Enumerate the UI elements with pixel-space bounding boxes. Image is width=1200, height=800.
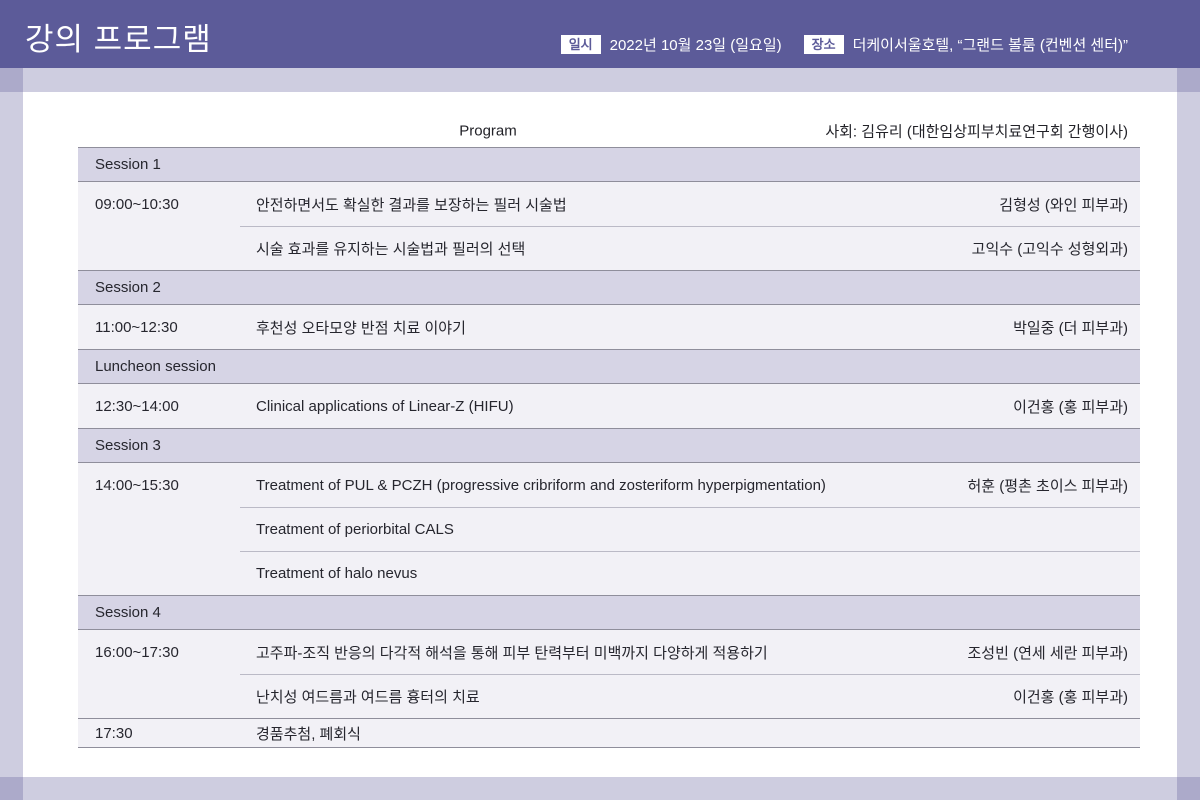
venue-badge: 장소 [804,35,844,54]
time-cell: 12:30~14:00 [78,384,240,428]
lecture-title: 난치성 여드름과 여드름 흉터의 치료 [256,686,1013,707]
session-header-row: Session 3 [78,428,1140,462]
header-meta: 일시 2022년 10월 23일 (일요일) 장소 더케이서울호텔, “그랜드 … [561,33,1128,56]
lecture-title: 후천성 오타모양 반점 치료 이야기 [256,317,1013,338]
time-cell: 11:00~12:30 [78,305,240,349]
moderator-label: 사회: 김유리 (대한임상피부치료연구회 간행이사) [825,121,1128,142]
table-row: Treatment of periorbital CALS [240,507,1140,551]
speaker-label: 허훈 (평촌 초이스 피부과) [968,475,1129,496]
lecture-title: Treatment of halo nevus [256,565,1128,582]
lecture-list: 안전하면서도 확실한 결과를 보장하는 필러 시술법김형성 (와인 피부과)시술… [240,182,1140,270]
lecture-list: 경품추첨, 폐회식 [240,719,1140,747]
speaker-label: 김형성 (와인 피부과) [999,194,1128,215]
lecture-title: Treatment of periorbital CALS [256,521,1128,538]
date-value: 2022년 10월 23일 (일요일) [610,34,782,55]
session-header-row: Luncheon session [78,349,1140,383]
time-cell: 16:00~17:30 [78,630,240,674]
speaker-label: 이건홍 (홍 피부과) [1013,686,1128,707]
frame-bottom [0,777,1200,800]
table-row: 시술 효과를 유지하는 시술법과 필러의 선택고익수 (고익수 성형외과) [240,226,1140,270]
lecture-list: 고주파-조직 반응의 다각적 해석을 통해 피부 탄력부터 미백까지 다양하게 … [240,630,1140,718]
schedule-block: 12:30~14:00Clinical applications of Line… [78,383,1140,428]
speaker-label: 고익수 (고익수 성형외과) [972,238,1128,259]
frame-top [0,68,1200,92]
session-header-row: Session 4 [78,595,1140,629]
speaker-label: 박일중 (더 피부과) [1013,317,1128,338]
lecture-title: Treatment of PUL & PCZH (progressive cri… [256,477,968,494]
speaker-label: 이건홍 (홍 피부과) [1013,396,1128,417]
frame-right [1177,68,1200,800]
table-row: Treatment of halo nevus [240,551,1140,595]
schedule-block: 16:00~17:30 고주파-조직 반응의 다각적 해석을 통해 피부 탄력부터… [78,629,1140,718]
time-cell: 17:30 [78,719,240,747]
program-column-header: Program [78,123,898,140]
table-row: 후천성 오타모양 반점 치료 이야기박일중 (더 피부과) [240,305,1140,349]
lecture-title: 고주파-조직 반응의 다각적 해석을 통해 피부 탄력부터 미백까지 다양하게 … [256,642,968,663]
table-header-row: Program 사회: 김유리 (대한임상피부치료연구회 간행이사) [78,115,1140,147]
frame-left [0,68,23,800]
page-header: 강의 프로그램 일시 2022년 10월 23일 (일요일) 장소 더케이서울호… [0,0,1200,68]
lecture-list: Clinical applications of Linear-Z (HIFU)… [240,384,1140,428]
lecture-list: 후천성 오타모양 반점 치료 이야기박일중 (더 피부과) [240,305,1140,349]
table-row: 고주파-조직 반응의 다각적 해석을 통해 피부 탄력부터 미백까지 다양하게 … [240,630,1140,674]
schedule-block: 14:00~15:30 Treatment of PUL & PCZH (prog… [78,462,1140,595]
schedule-block: 11:00~12:30후천성 오타모양 반점 치료 이야기박일중 (더 피부과) [78,304,1140,349]
speaker-label: 조성빈 (연세 세란 피부과) [968,642,1129,663]
date-badge: 일시 [561,35,601,54]
schedule-block: 17:30 경품추첨, 폐회식 [78,718,1140,748]
lecture-title: Clinical applications of Linear-Z (HIFU) [256,398,1013,415]
session-header-row: Session 1 [78,147,1140,181]
lecture-title: 시술 효과를 유지하는 시술법과 필러의 선택 [256,238,972,259]
time-cell: 09:00~10:30 [78,182,240,226]
lecture-title: 안전하면서도 확실한 결과를 보장하는 필러 시술법 [256,194,999,215]
table-row: 난치성 여드름과 여드름 흉터의 치료이건홍 (홍 피부과) [240,674,1140,718]
table-row: 경품추첨, 폐회식 [240,719,1140,747]
page-title: 강의 프로그램 [25,14,212,59]
venue-value: 더케이서울호텔, “그랜드 볼룸 (컨벤션 센터)” [853,34,1128,55]
table-row: Treatment of PUL & PCZH (progressive cri… [240,463,1140,507]
lecture-list: Treatment of PUL & PCZH (progressive cri… [240,463,1140,595]
lecture-title: 경품추첨, 폐회식 [256,723,1128,744]
table-row: 안전하면서도 확실한 결과를 보장하는 필러 시술법김형성 (와인 피부과) [240,182,1140,226]
program-table: Program 사회: 김유리 (대한임상피부치료연구회 간행이사) Sessi… [78,115,1140,748]
time-cell: 14:00~15:30 [78,463,240,507]
session-header-row: Session 2 [78,270,1140,304]
table-row: Clinical applications of Linear-Z (HIFU)… [240,384,1140,428]
schedule-block: 09:00~10:30안전하면서도 확실한 결과를 보장하는 필러 시술법김형성… [78,181,1140,270]
